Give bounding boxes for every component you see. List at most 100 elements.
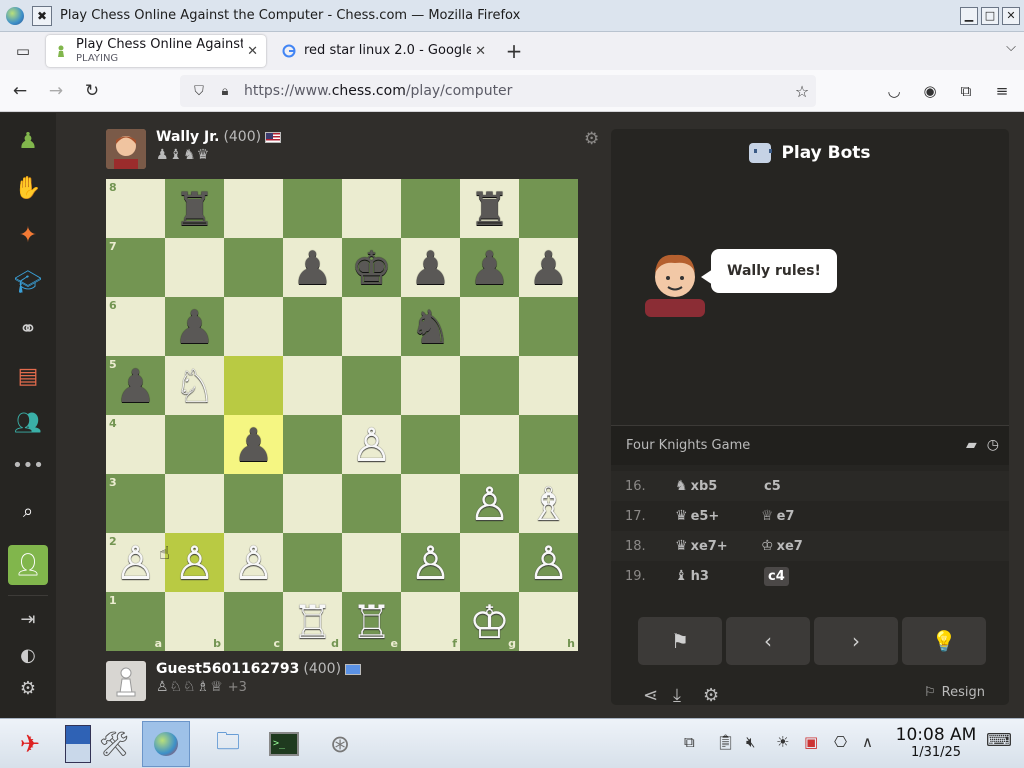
black-piece[interactable]: ♟	[174, 304, 215, 350]
square-h4[interactable]	[519, 415, 578, 474]
news-icon[interactable]: ▤	[8, 356, 48, 396]
white-piece[interactable]: ♙	[174, 540, 215, 586]
square-e2[interactable]	[342, 533, 401, 592]
white-piece[interactable]: ♔	[469, 599, 510, 645]
network-tray-icon[interactable]: ⎔	[834, 733, 847, 751]
square-a5[interactable]: 5 ♟	[106, 356, 165, 415]
square-d8[interactable]	[283, 179, 342, 238]
square-e7[interactable]: ♚	[342, 238, 401, 297]
square-c1[interactable]: c	[224, 592, 283, 651]
flag-button[interactable]: ⚑	[638, 617, 722, 665]
more-icon[interactable]: •••	[8, 445, 48, 485]
clock[interactable]: 10:08 AM 1/31/25	[888, 725, 984, 760]
square-g2[interactable]	[460, 533, 519, 592]
player-name[interactable]: Guest5601162793	[156, 661, 299, 677]
square-f3[interactable]	[401, 474, 460, 533]
square-d6[interactable]	[283, 297, 342, 356]
disk-tray-icon[interactable]: ▣	[804, 733, 818, 751]
square-b6[interactable]: ♟	[165, 297, 224, 356]
terminal-icon[interactable]: >_	[260, 721, 308, 767]
square-c4[interactable]: ♟	[224, 415, 283, 474]
lock-icon[interactable]: 🔒︎	[212, 84, 238, 99]
tab-google[interactable]: red star linux 2.0 - Google ✕	[274, 35, 494, 67]
square-b4[interactable]	[165, 415, 224, 474]
extensions-icon[interactable]: ⧉	[950, 75, 982, 107]
close-button[interactable]: ✕	[1002, 6, 1020, 25]
url-text[interactable]: https://www.chess.com/play/computer	[244, 83, 788, 99]
bookmark-star-icon[interactable]: ☆	[788, 82, 816, 101]
black-piece[interactable]: ♜	[174, 186, 215, 232]
search-icon[interactable]: ⌕	[8, 491, 48, 531]
tab-close-icon[interactable]: ✕	[247, 44, 258, 59]
social-icon[interactable]: 👥︎	[8, 403, 48, 443]
back-button[interactable]: ←	[4, 75, 36, 107]
square-e6[interactable]	[342, 297, 401, 356]
log-in-icon[interactable]: ⇥	[8, 599, 48, 639]
black-move[interactable]: c5	[761, 478, 861, 494]
black-piece[interactable]: ♟	[233, 422, 274, 468]
black-piece[interactable]: ♟	[469, 245, 510, 291]
square-c7[interactable]	[224, 238, 283, 297]
minimize-button[interactable]: ▁	[960, 6, 978, 25]
white-piece[interactable]: ♗	[528, 481, 569, 527]
black-piece[interactable]: ♞	[410, 304, 451, 350]
previous-move-button[interactable]: ‹	[726, 617, 810, 665]
square-b8[interactable]: ♜	[165, 179, 224, 238]
square-a6[interactable]: 6	[106, 297, 165, 356]
square-h5[interactable]	[519, 356, 578, 415]
square-e8[interactable]	[342, 179, 401, 238]
learn-icon[interactable]: 🎓︎	[8, 262, 48, 302]
player-avatar[interactable]	[106, 661, 146, 701]
panel-settings-gear-icon[interactable]: ⚙	[703, 685, 719, 705]
settings-app-icon[interactable]: ⊛	[316, 721, 364, 767]
white-piece[interactable]: ♘	[174, 363, 215, 409]
square-e5[interactable]	[342, 356, 401, 415]
square-h3[interactable]: ♗	[519, 474, 578, 533]
square-a2[interactable]: 2 ♙	[106, 533, 165, 592]
white-piece[interactable]: ♙	[528, 540, 569, 586]
square-d2[interactable]	[283, 533, 342, 592]
square-b1[interactable]: b	[165, 592, 224, 651]
opening-book-icon[interactable]: ▰	[966, 437, 977, 453]
square-f5[interactable]	[401, 356, 460, 415]
square-f7[interactable]: ♟	[401, 238, 460, 297]
square-g7[interactable]: ♟	[460, 238, 519, 297]
white-piece[interactable]: ♙	[469, 481, 510, 527]
opponent-name[interactable]: Wally Jr.	[156, 129, 219, 145]
square-h6[interactable]	[519, 297, 578, 356]
square-h7[interactable]: ♟	[519, 238, 578, 297]
chess-logo-icon[interactable]: ♟	[8, 121, 48, 161]
square-b7[interactable]	[165, 238, 224, 297]
account-icon[interactable]: ◉	[914, 75, 946, 107]
square-h8[interactable]	[519, 179, 578, 238]
settings-gear-icon[interactable]: ⚙	[8, 668, 48, 708]
square-f2[interactable]: ♙	[401, 533, 460, 592]
square-f1[interactable]: f	[401, 592, 460, 651]
share-icon[interactable]: ⋖	[643, 685, 658, 705]
white-piece[interactable]: ♙	[410, 540, 451, 586]
square-c2[interactable]: ♙	[224, 533, 283, 592]
start-menu-star-icon[interactable]: ✈	[6, 721, 54, 767]
next-move-button[interactable]: ›	[814, 617, 898, 665]
tracking-shield-icon[interactable]: ⛉	[186, 84, 212, 99]
square-g4[interactable]	[460, 415, 519, 474]
white-move[interactable]: ♛ xe7+	[661, 538, 761, 554]
square-f6[interactable]: ♞	[401, 297, 460, 356]
square-a8[interactable]: 8	[106, 179, 165, 238]
maximize-button[interactable]: □	[981, 6, 999, 25]
black-move[interactable]: ♕ e7	[761, 508, 861, 524]
forward-button[interactable]: →	[40, 75, 72, 107]
black-piece[interactable]: ♟	[528, 245, 569, 291]
pocket-icon[interactable]: ◡	[878, 75, 910, 107]
sign-up-button[interactable]: 👤︎	[8, 545, 48, 585]
watch-icon[interactable]: ⚭	[8, 309, 48, 349]
square-d4[interactable]	[283, 415, 342, 474]
clipboard-tray-icon[interactable]: 📋︎	[716, 733, 735, 751]
square-g3[interactable]: ♙	[460, 474, 519, 533]
white-piece[interactable]: ♖	[351, 599, 392, 645]
white-move[interactable]: ♛ e5+	[661, 508, 761, 524]
hint-button[interactable]: 💡	[902, 617, 986, 665]
square-e1[interactable]: e ♖	[342, 592, 401, 651]
volume-muted-tray-icon[interactable]: 🔇︎	[746, 733, 755, 751]
white-piece[interactable]: ♙	[115, 540, 156, 586]
